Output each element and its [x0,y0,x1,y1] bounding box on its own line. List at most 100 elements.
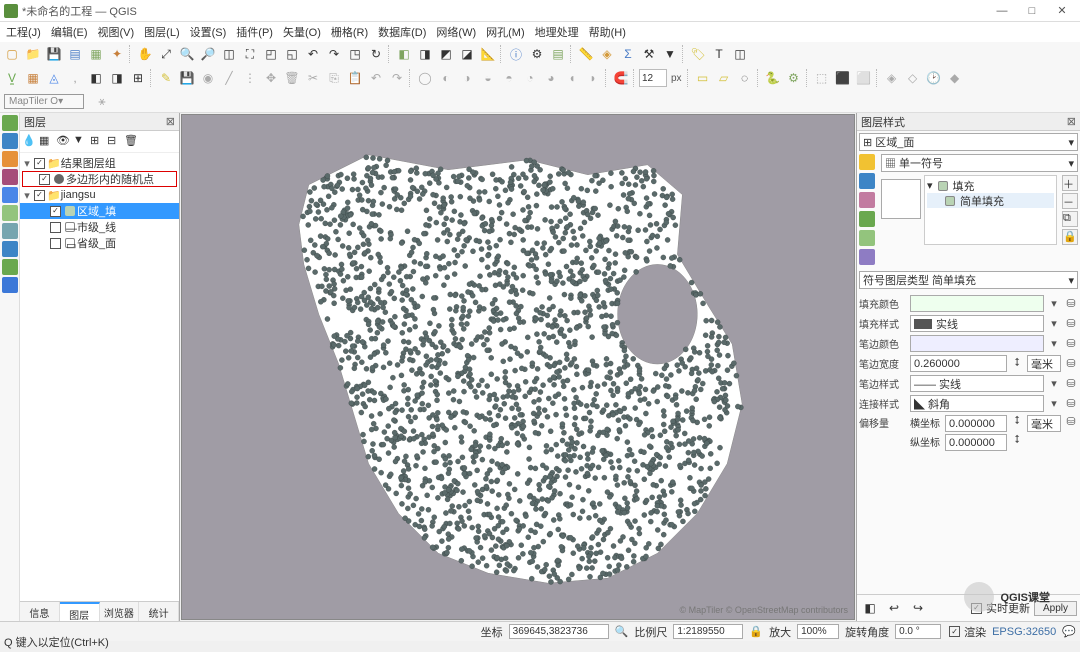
tab-info[interactable]: 信息 [20,602,60,621]
layers-panel-close-icon[interactable]: ⊠ [166,115,175,128]
add-group-icon[interactable]: ▦ [39,134,55,150]
map-canvas[interactable]: © MapTiler © OpenStreetMap contributors [181,114,855,620]
menu-database[interactable]: 数据库(D) [374,23,430,41]
filter-legend-icon[interactable]: ▼ [73,134,89,150]
join-style-data-icon[interactable]: ⛁ [1064,397,1078,410]
menu-help[interactable]: 帮助(H) [585,23,630,41]
menu-web[interactable]: 网络(W) [432,23,480,41]
temporal-controller-icon[interactable]: 🕑 [924,68,944,88]
stroke-color-input[interactable] [910,335,1044,352]
digitize-icon[interactable]: ╱ [219,68,239,88]
quick-locate[interactable]: Q 键入以定位(Ctrl+K) [4,634,109,650]
mag-input[interactable] [797,624,839,639]
zoom-last-icon[interactable]: ↶ [303,44,323,64]
attribute-table-icon[interactable]: ▤ [548,44,568,64]
style-panel-close-icon[interactable]: ⊠ [1067,115,1076,128]
pan-selection-icon[interactable]: ⤢ [156,44,176,64]
move-feature-icon[interactable]: ✥ [261,68,281,88]
fill-style-dd-icon[interactable]: ▾ [1047,317,1061,330]
measure-icon[interactable]: 📏 [576,44,596,64]
style-undo-icon[interactable]: ↩ [884,598,904,618]
adv-digitize-3-icon[interactable]: ◑ [457,68,477,88]
tree-random-points-layer[interactable]: ✓ 多边形内的随机点 [22,171,177,187]
stroke-width-unit-combo[interactable]: 毫米 [1027,355,1061,372]
crs-button[interactable]: EPSG:32650 [992,626,1056,638]
tree-jiangsu-group[interactable]: ▾ ✓ 📁 jiangsu [20,187,179,203]
style-redo-icon[interactable]: ↪ [908,598,928,618]
add-spatial-icon[interactable]: ◧ [86,68,106,88]
offset-x-input[interactable]: 0.000000 [945,415,1007,432]
refresh-icon[interactable]: ↻ [366,44,386,64]
symbol-type-combo[interactable]: ▦ 单一符号▾ [881,154,1078,172]
offset-y-input[interactable]: 0.000000 [945,434,1007,451]
open-project-icon[interactable]: 📁 [23,44,43,64]
xyz-layer-icon[interactable] [2,277,18,293]
copy-icon[interactable]: ⎘ [324,68,344,88]
offset-data-icon[interactable]: ⛁ [1064,415,1078,428]
maximize-button[interactable]: □ [1018,2,1046,20]
redo-icon[interactable]: ↷ [387,68,407,88]
tab-stats[interactable]: 统计 [139,602,179,621]
menu-processing[interactable]: 地理处理 [531,23,583,41]
action-icon[interactable]: ⚙ [527,44,547,64]
statistics-icon[interactable]: Σ [618,44,638,64]
adv-digitize-6-icon[interactable]: ◔ [520,68,540,88]
scale-input[interactable] [673,624,743,639]
raster-layer-icon[interactable] [2,133,18,149]
text-icon[interactable]: T [709,44,729,64]
save-icon[interactable]: 💾 [44,44,64,64]
vector-layer-icon[interactable] [2,115,18,131]
symbology-tab-icon[interactable] [859,154,875,170]
menu-project[interactable]: 工程(J) [2,23,45,41]
close-button[interactable]: ✕ [1048,2,1076,20]
adv-digitize-4-icon[interactable]: ◒ [478,68,498,88]
menu-plugins[interactable]: 插件(P) [232,23,277,41]
pan-icon[interactable]: ✋ [135,44,155,64]
zoom-in-icon[interactable]: 🔍 [177,44,197,64]
toggle-edit-icon[interactable]: ✎ [156,68,176,88]
vertex-icon[interactable]: ⋮ [240,68,260,88]
snapping-icon[interactable]: 🧲 [611,68,631,88]
misc-2-icon[interactable]: ◇ [903,68,923,88]
stroke-width-spin-icon[interactable]: ⭥ [1010,357,1024,370]
paste-icon[interactable]: 📋 [345,68,365,88]
save-edits-icon[interactable]: 💾 [177,68,197,88]
postgis-icon[interactable] [2,187,18,203]
adv-digitize-9-icon[interactable]: ◗ [583,68,603,88]
layout-manager-icon[interactable]: ▦ [86,44,106,64]
remove-layer-icon[interactable]: 🗑 [124,134,140,150]
tab-layers[interactable]: 图层 [60,602,100,621]
zoom-selection-icon[interactable]: ◰ [261,44,281,64]
undo-icon[interactable]: ↶ [366,68,386,88]
maptiler-config-icon[interactable]: ⚹ [92,91,112,111]
join-style-combo[interactable]: ◣ 斜角 [910,395,1044,412]
apply-button[interactable]: Apply [1034,601,1077,616]
join-style-dd-icon[interactable]: ▾ [1047,397,1061,410]
adv-digitize-2-icon[interactable]: ◐ [436,68,456,88]
collapse-icon[interactable]: ⊟ [107,134,123,150]
new-layout-icon[interactable]: ▤ [65,44,85,64]
rot-input[interactable] [895,624,941,639]
misc-1-icon[interactable]: ◈ [882,68,902,88]
tree-prov-line-layer[interactable]: ▭ 省级_面 [20,235,179,251]
adv-digitize-1-icon[interactable]: ◯ [415,68,435,88]
label-tool-3-icon[interactable]: ⬜ [854,68,874,88]
offset-x-spin-icon[interactable]: ⭥ [1010,415,1024,432]
python-console-icon[interactable]: 🐍 [763,68,783,88]
label-tool-2-icon[interactable]: ⬛ [833,68,853,88]
stroke-width-data-icon[interactable]: ⛁ [1064,357,1078,370]
manage-visibility-icon[interactable]: 👁 [56,134,72,150]
offset-y-spin-icon[interactable]: ⭥ [1010,434,1024,451]
menu-mesh[interactable]: 网孔(M) [482,23,529,41]
new-shapefile-icon[interactable]: ◩ [436,44,456,64]
masks-tab-icon[interactable] [859,192,875,208]
minimize-button[interactable]: — [988,2,1016,20]
label-tool-1-icon[interactable]: ⬚ [812,68,832,88]
menu-raster[interactable]: 栅格(R) [327,23,372,41]
add-raster-icon[interactable]: ▦ [23,68,43,88]
stroke-style-combo[interactable]: —— 实线 [910,375,1044,392]
tree-area-fill-layer[interactable]: ✓ 区域_填 [20,203,179,219]
adv-digitize-7-icon[interactable]: ◕ [541,68,561,88]
labels-tab-icon[interactable] [859,173,875,189]
fill-color-dd-icon[interactable]: ▾ [1047,297,1061,310]
